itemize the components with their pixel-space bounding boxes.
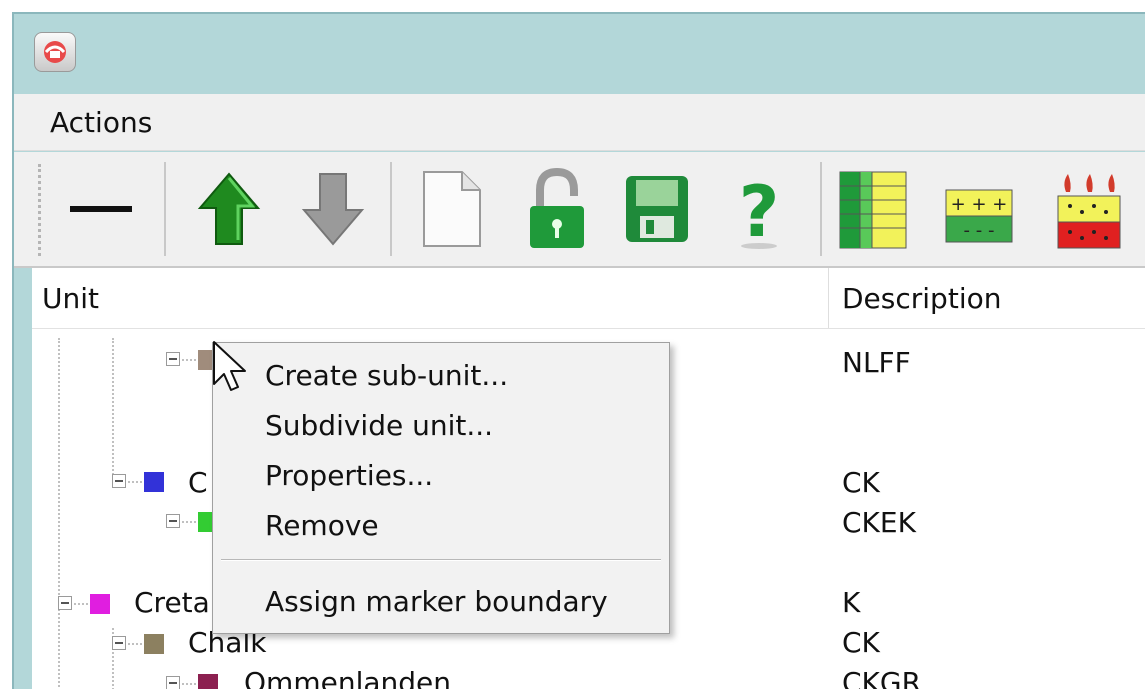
tree-line xyxy=(74,603,88,605)
description-cell: CKGR xyxy=(842,666,922,689)
tree-expander[interactable] xyxy=(166,676,180,689)
toolbar-separator xyxy=(164,162,166,256)
menu-item-create-sub-unit[interactable]: Create sub-unit... xyxy=(265,359,508,392)
tree-line xyxy=(128,481,142,483)
arrow-up-icon[interactable] xyxy=(192,166,266,252)
new-document-icon[interactable] xyxy=(414,166,488,252)
description-cell: CK xyxy=(842,466,880,499)
column-header-description[interactable]: Description xyxy=(842,282,1001,315)
unit-label[interactable]: C xyxy=(188,466,208,499)
minus-icon[interactable] xyxy=(64,166,138,252)
tree-line xyxy=(128,643,142,645)
toolbar-separator xyxy=(390,162,392,256)
mouse-cursor-icon xyxy=(210,340,250,396)
charge-layers-icon[interactable]: + + + - - - xyxy=(942,166,1016,252)
tree-line xyxy=(182,683,196,685)
context-menu: Create sub-unit... Subdivide unit... Pro… xyxy=(212,342,670,634)
description-cell: CK xyxy=(842,626,880,659)
tree-line xyxy=(58,338,60,689)
unit-label[interactable]: Ommenlanden xyxy=(244,666,451,689)
tree-expander[interactable] xyxy=(166,514,180,528)
tree-expander[interactable] xyxy=(112,636,126,650)
toolbar: ? + + + - - - xyxy=(14,152,1145,268)
tree-line xyxy=(182,359,196,361)
menu-item-assign-marker-boundary[interactable]: Assign marker boundary xyxy=(265,585,608,618)
tree-expander[interactable] xyxy=(58,596,72,610)
unit-color-swatch xyxy=(144,472,164,492)
menu-separator xyxy=(221,559,661,561)
description-cell: K xyxy=(842,586,861,619)
column-header-unit[interactable]: Unit xyxy=(42,282,99,315)
help-icon[interactable]: ? xyxy=(722,166,796,253)
column-divider[interactable] xyxy=(828,268,829,328)
menu-item-subdivide-unit[interactable]: Subdivide unit... xyxy=(265,409,493,442)
arrow-down-icon[interactable] xyxy=(296,166,370,252)
unit-color-swatch xyxy=(90,594,110,614)
title-bar xyxy=(14,14,1145,94)
svg-text:- - -: - - - xyxy=(964,220,995,241)
toolbar-grip[interactable] xyxy=(38,164,45,256)
svg-text:?: ? xyxy=(739,171,780,252)
menu-item-properties[interactable]: Properties... xyxy=(265,459,433,492)
fire-layers-icon[interactable] xyxy=(1052,166,1126,252)
toolbar-separator xyxy=(820,162,822,256)
save-icon[interactable] xyxy=(620,166,694,252)
menu-bar xyxy=(14,94,1145,151)
tree-line xyxy=(182,521,196,523)
menu-actions[interactable]: Actions xyxy=(50,106,152,139)
table-header: Unit Description xyxy=(32,268,1145,329)
tree-line xyxy=(112,338,114,478)
unit-label[interactable]: Creta xyxy=(134,586,210,619)
app-logo-icon[interactable] xyxy=(34,32,76,72)
tree-expander[interactable] xyxy=(112,474,126,488)
description-cell: CKEK xyxy=(842,506,916,539)
menu-item-remove[interactable]: Remove xyxy=(265,509,379,542)
tree-expander[interactable] xyxy=(166,352,180,366)
unlock-icon[interactable] xyxy=(520,166,594,252)
description-cell: NLFF xyxy=(842,346,911,379)
unit-color-swatch xyxy=(144,634,164,654)
table-grid-icon[interactable] xyxy=(836,166,910,252)
svg-text:+ + +: + + + xyxy=(951,194,1008,215)
